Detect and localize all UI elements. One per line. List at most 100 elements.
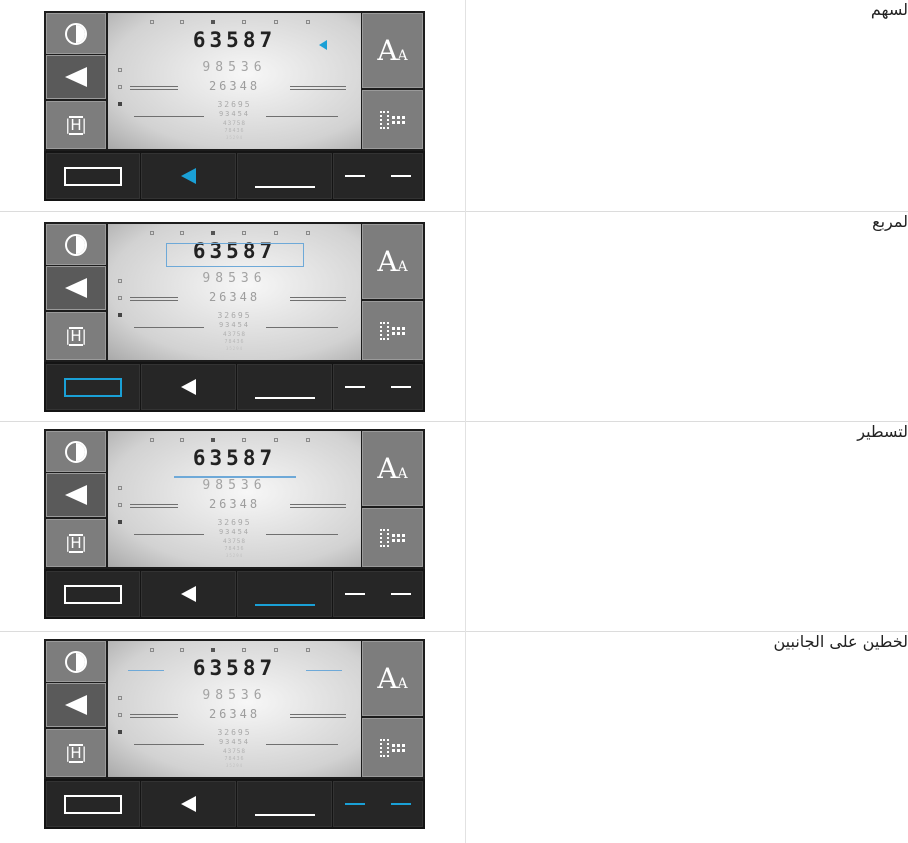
image-cell: |H| 63587 98536 26348 32695 93454 43758 … [0,421,466,632]
h-bar-icon: |H| [65,326,87,346]
chart-line-2: 98536 [202,688,267,703]
grid-dots-button[interactable] [362,301,423,360]
eye-chart: 63587 98536 26348 32695 93454 43758 7843… [108,641,361,777]
contrast-button[interactable] [46,641,106,682]
left-arrow-icon [65,695,87,715]
contrast-icon [65,440,87,463]
box-mode-button[interactable] [46,781,140,827]
chart-rule [266,327,338,328]
row-label: لمربع [872,212,908,231]
chart-top-markers [150,438,330,444]
row-label: لتسطير [857,422,908,441]
chart-line-4: 32695 [217,728,252,737]
contrast-button[interactable] [46,431,106,472]
left-arrow-button[interactable] [46,55,106,99]
left-arrow-button[interactable] [46,683,106,727]
dashes-icon [345,803,411,805]
h-bar-icon: |H| [65,743,87,763]
description-cell: لسهم [466,0,908,212]
h-bar-button[interactable]: |H| [46,519,106,567]
chart-rule [134,534,204,535]
eye-chart: 63587 98536 26348 32695 93454 43758 7843… [108,13,361,149]
font-size-small-letter: A [397,676,408,692]
arrow-icon [181,586,196,602]
chart-line-6: 43758 [222,538,247,545]
table-body: |H| 63587 98536 26348 32695 93454 43758 … [0,0,908,843]
underline-marker [174,476,296,478]
chart-line-8: 35294 [225,553,244,558]
grid-dots-icon [380,110,405,129]
contrast-icon [65,233,87,256]
chart-rule [290,504,346,508]
device-panel: |H| 63587 98536 26348 32695 93454 43758 … [44,429,425,619]
chart-line-6: 43758 [222,120,247,127]
font-size-large-letter: A [377,662,398,695]
h-bar-button[interactable]: |H| [46,312,106,360]
arrow-mode-button[interactable] [141,571,236,617]
description-cell: لتسطير [466,422,908,632]
box-mode-button[interactable] [46,571,140,617]
chart-line-6: 43758 [222,748,247,755]
font-size-button[interactable]: AA [362,431,423,506]
marker-toolbar [44,779,425,829]
box-marker [166,243,304,267]
description-cell: لمربع [466,212,908,422]
grid-dots-icon [380,321,405,340]
arrow-icon [181,168,196,184]
arrow-mode-button[interactable] [141,153,236,199]
underline-icon [254,186,315,188]
arrow-marker [319,40,327,50]
chart-line-4: 32695 [217,100,252,109]
left-arrow-icon [65,278,87,298]
arrow-mode-button[interactable] [141,364,236,410]
arrow-icon [181,796,196,812]
left-side-line-marker [128,670,164,671]
device-panel: |H| 63587 98536 26348 32695 93454 43758 … [44,222,425,412]
left-arrow-button[interactable] [46,473,106,517]
left-arrow-icon [65,67,87,87]
chart-rule [290,86,346,90]
box-mode-button[interactable] [46,153,140,199]
box-mode-button[interactable] [46,364,140,410]
device-panel: |H| 63587 98536 26348 32695 93454 43758 … [44,11,425,201]
chart-line-7: 78436 [224,756,245,762]
contrast-button[interactable] [46,224,106,265]
rectangle-icon [64,794,122,814]
underline-mode-button[interactable] [237,153,332,199]
font-size-button[interactable]: AA [362,641,423,716]
chart-rule [134,116,204,117]
font-size-button[interactable]: AA [362,224,423,299]
h-bar-button[interactable]: |H| [46,101,106,149]
font-size-large-letter: A [377,452,398,485]
grid-dots-button[interactable] [362,718,423,777]
chart-rule [134,744,204,745]
grid-dots-button[interactable] [362,90,423,149]
chart-line-4: 32695 [217,518,252,527]
side-lines-mode-button[interactable] [333,781,423,827]
underline-mode-button[interactable] [237,781,332,827]
underline-mode-button[interactable] [237,364,332,410]
side-lines-mode-button[interactable] [333,364,423,410]
arrow-mode-button[interactable] [141,781,236,827]
chart-rule [290,714,346,718]
h-bar-button[interactable]: |H| [46,729,106,777]
dashes-icon [345,386,411,388]
contrast-button[interactable] [46,13,106,54]
chart-rule [266,116,338,117]
font-size-button[interactable]: AA [362,13,423,88]
rectangle-icon [64,166,122,186]
h-bar-icon: |H| [65,533,87,553]
row-label: لسهم [870,0,908,19]
side-lines-mode-button[interactable] [333,571,423,617]
chart-rule [266,534,338,535]
side-lines-mode-button[interactable] [333,153,423,199]
chart-line-2: 98536 [202,478,267,493]
grid-dots-button[interactable] [362,508,423,567]
chart-top-markers [150,648,330,654]
chart-rule [134,327,204,328]
font-size-small-letter: A [397,48,408,64]
marker-options-table: |H| 63587 98536 26348 32695 93454 43758 … [0,0,908,843]
marker-toolbar [44,151,425,201]
underline-mode-button[interactable] [237,571,332,617]
left-arrow-button[interactable] [46,266,106,310]
